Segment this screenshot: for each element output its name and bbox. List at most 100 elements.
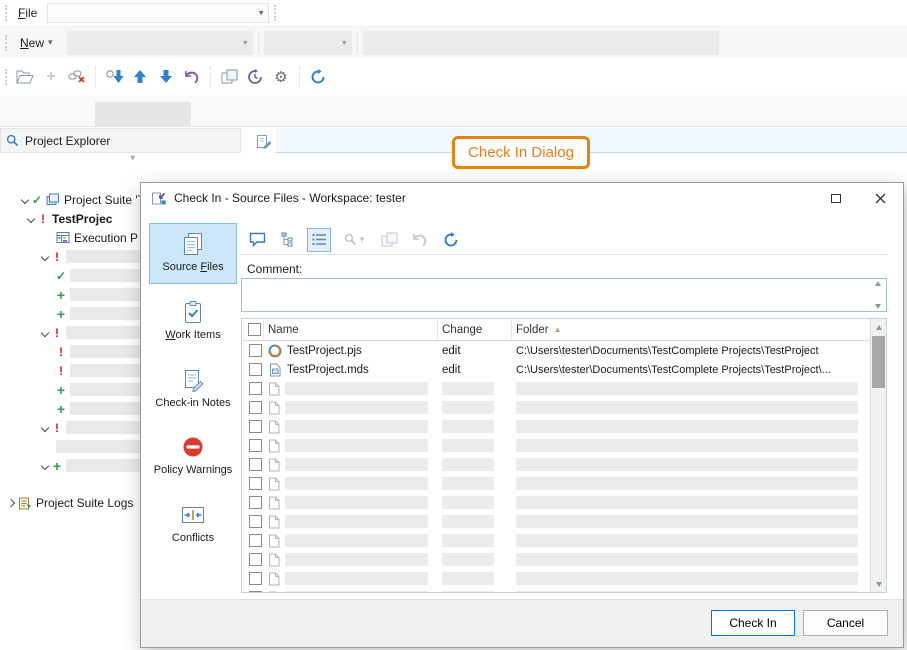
tree-item[interactable]: + [0, 456, 140, 475]
comment-scroll[interactable] [872, 281, 884, 309]
menu-recent-box[interactable]: ▾ [47, 3, 269, 23]
get-latest-up-icon[interactable] [127, 64, 153, 90]
edit-button[interactable] [252, 130, 274, 152]
column-header-name[interactable]: Name [264, 319, 438, 340]
file-row[interactable]: TestProject.pjs edit C:\Users\tester\Doc… [242, 341, 870, 360]
row-checkbox[interactable] [249, 477, 262, 490]
empty-file-row[interactable] [242, 417, 870, 436]
unbind-source-control-icon[interactable] [64, 64, 90, 90]
toolbar-grip[interactable] [5, 69, 7, 85]
empty-file-row[interactable] [242, 493, 870, 512]
history-icon[interactable] [242, 64, 268, 90]
refresh-icon[interactable] [439, 228, 463, 252]
collapsed-panel-tab[interactable] [95, 102, 191, 127]
flat-view-icon[interactable] [307, 228, 331, 252]
expander-down-icon[interactable] [41, 328, 49, 336]
file-row[interactable]: TestProject.mds edit C:\Users\tester\Doc… [242, 360, 870, 379]
empty-file-row[interactable] [242, 569, 870, 588]
new-button[interactable]: New ▾ [12, 33, 61, 53]
row-checkbox[interactable] [249, 420, 262, 433]
project-explorer-header[interactable]: Project Explorer [0, 128, 241, 153]
row-checkbox[interactable] [249, 439, 262, 452]
dialog-titlebar[interactable]: Check In - Source Files - Workspace: tes… [141, 183, 903, 213]
toolbar-grip[interactable] [274, 5, 276, 21]
row-checkbox[interactable] [249, 534, 262, 547]
select-all-checkbox[interactable] [248, 323, 261, 336]
scroll-up-icon[interactable] [875, 281, 881, 286]
row-checkbox[interactable] [249, 344, 262, 357]
tab-work-items[interactable]: Work Items [149, 291, 237, 352]
row-checkbox[interactable] [249, 515, 262, 528]
gear-icon[interactable]: ⚙ [268, 64, 294, 90]
tree-view-icon[interactable] [276, 228, 300, 252]
tab-policy-warnings[interactable]: Policy Warnings [149, 426, 237, 487]
comment-icon[interactable] [245, 228, 269, 252]
empty-file-row[interactable] [242, 512, 870, 531]
check-in-button[interactable]: Check In [711, 610, 795, 636]
expander-down-icon[interactable] [21, 195, 29, 203]
empty-file-row[interactable] [242, 550, 870, 569]
expander-down-icon[interactable] [27, 214, 35, 222]
tree-item[interactable]: ! TestProjec [0, 209, 140, 228]
tree-item-project-suite-logs[interactable]: Project Suite Logs [0, 493, 140, 512]
row-checkbox[interactable] [249, 496, 262, 509]
refresh-icon[interactable] [305, 64, 331, 90]
row-checkbox[interactable] [249, 458, 262, 471]
close-button[interactable] [858, 183, 903, 213]
row-checkbox[interactable] [249, 363, 262, 376]
tree-item-label[interactable]: Project Suite 'Te [64, 193, 140, 207]
tree-item-label[interactable]: Execution P [74, 231, 138, 245]
toolbar-grip[interactable] [5, 5, 7, 21]
expander-down-icon[interactable] [41, 252, 49, 260]
expander-down-icon[interactable] [41, 461, 49, 469]
tree-item[interactable]: + [0, 285, 140, 304]
tab-conflicts[interactable]: Conflicts [149, 494, 237, 555]
empty-file-row[interactable] [242, 474, 870, 493]
empty-file-row[interactable] [242, 455, 870, 474]
get-latest-down-icon[interactable] [153, 64, 179, 90]
column-header-folder[interactable]: Folder ▲ [512, 319, 870, 340]
toolbar-grip[interactable] [5, 35, 7, 51]
tab-check-in-notes[interactable]: Check-in Notes [149, 359, 237, 420]
tree-item[interactable]: + [0, 399, 140, 418]
tree-item[interactable]: ! [0, 323, 140, 342]
compare-icon[interactable] [216, 64, 242, 90]
row-checkbox[interactable] [249, 401, 262, 414]
check-in-icon[interactable] [101, 64, 127, 90]
menu-file[interactable]: File [12, 3, 43, 23]
tree-item-label[interactable]: Project Suite Logs [36, 496, 133, 510]
cancel-button[interactable]: Cancel [803, 610, 888, 636]
tree-item-label[interactable]: TestProjec [52, 212, 112, 226]
row-checkbox[interactable] [249, 553, 262, 566]
tree-item[interactable]: ! [0, 247, 140, 266]
comment-input[interactable] [241, 278, 887, 312]
empty-file-row[interactable] [242, 531, 870, 550]
tree-item[interactable]: ✓ Project Suite 'Te [0, 190, 140, 209]
maximize-button[interactable] [813, 183, 858, 213]
tab-source-files[interactable]: Source Files [149, 223, 237, 284]
empty-file-row[interactable] [242, 436, 870, 455]
tree-item[interactable]: ✓ [0, 266, 140, 285]
row-checkbox[interactable] [249, 572, 262, 585]
expander-down-icon[interactable] [41, 423, 49, 431]
scroll-down-button[interactable] [871, 576, 887, 592]
tree-item[interactable] [0, 437, 140, 456]
scroll-down-icon[interactable] [875, 304, 881, 309]
tree-item[interactable]: + [0, 304, 140, 323]
tree-item[interactable]: ! [0, 361, 140, 380]
tree-item[interactable]: ! [0, 342, 140, 361]
scrollbar-thumb[interactable] [872, 336, 885, 388]
empty-file-row[interactable] [242, 398, 870, 417]
expander-right-icon[interactable] [7, 498, 15, 506]
open-folder-icon[interactable] [12, 64, 38, 90]
row-checkbox[interactable] [249, 382, 262, 395]
empty-file-row[interactable] [242, 379, 870, 398]
tree-item[interactable]: Execution P [0, 228, 140, 247]
row-checkbox[interactable] [249, 591, 262, 592]
column-header-change[interactable]: Change [438, 319, 512, 340]
tree-item[interactable]: + [0, 380, 140, 399]
tree-item[interactable]: ! [0, 418, 140, 437]
scroll-up-button[interactable] [871, 319, 887, 335]
empty-file-row[interactable] [242, 588, 870, 592]
undo-checkout-icon[interactable] [179, 64, 205, 90]
